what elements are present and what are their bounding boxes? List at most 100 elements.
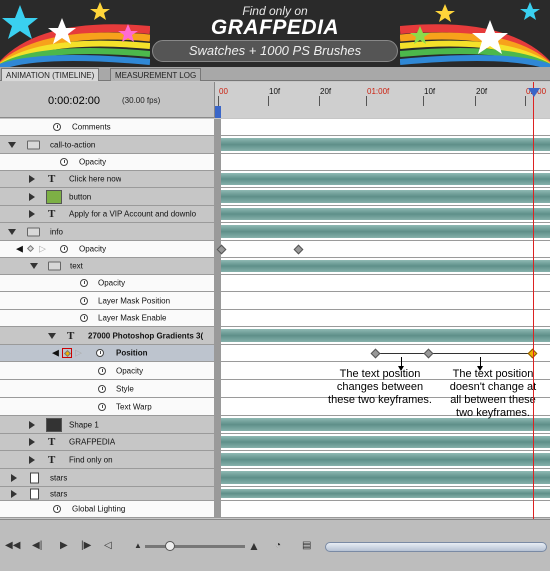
layer-duration-bar[interactable] (221, 471, 550, 484)
zoom-slider-track[interactable] (145, 545, 245, 548)
timeline-track[interactable] (221, 154, 550, 170)
trash-icon[interactable]: ▤ (302, 540, 311, 552)
layer-label: stars (50, 489, 68, 498)
timeline-track[interactable] (221, 501, 550, 517)
disclosure-collapsed-icon[interactable] (29, 210, 35, 218)
disclosure-collapsed-icon[interactable] (29, 455, 35, 464)
layer-row[interactable]: ◀ ▷ Opacity (0, 241, 550, 258)
zoom-slider-knob[interactable] (165, 541, 175, 551)
layer-row-header[interactable] (0, 362, 214, 379)
layer-duration-bar[interactable] (221, 329, 550, 342)
timeline-track[interactable] (221, 310, 550, 326)
layer-row[interactable]: call-to-action (0, 136, 550, 154)
current-time-indicator[interactable] (533, 82, 534, 519)
disclosure-expanded-icon[interactable] (8, 141, 16, 148)
layer-thumbnail (46, 417, 62, 432)
disclosure-collapsed-icon[interactable] (29, 192, 35, 201)
stopwatch-icon[interactable] (98, 384, 106, 393)
layer-row[interactable]: info (0, 223, 550, 241)
layer-row[interactable]: stars (0, 487, 550, 501)
timeline-track[interactable] (221, 275, 550, 291)
stopwatch-icon[interactable] (80, 314, 88, 322)
timeline-track[interactable] (221, 292, 550, 309)
timeline-scrollbar[interactable] (325, 542, 547, 552)
stopwatch-icon[interactable] (98, 402, 106, 411)
disclosure-collapsed-icon[interactable] (11, 489, 17, 498)
stopwatch-icon[interactable] (60, 245, 68, 253)
track-gutter (214, 275, 221, 291)
next-keyframe-icon[interactable]: ▷ (75, 348, 82, 359)
track-gutter (214, 434, 221, 450)
previous-keyframe-icon[interactable]: ◀ (16, 244, 23, 255)
zoom-in-icon[interactable]: ▲ (248, 540, 260, 552)
stopwatch-icon[interactable] (60, 158, 68, 166)
layer-row[interactable]: ◀ ▷ Position (0, 345, 550, 362)
track-gutter (214, 469, 221, 486)
add-keyframe-icon[interactable] (26, 244, 36, 254)
layer-row[interactable]: stars (0, 469, 550, 487)
layer-row-header[interactable] (0, 154, 214, 170)
tab-measurement-log[interactable]: MEASUREMENT LOG (110, 68, 202, 81)
layer-row[interactable]: Layer Mask Enable (0, 310, 550, 327)
layer-label: Find only on (69, 455, 113, 464)
tab-animation-timeline[interactable]: ANIMATION (TIMELINE) (1, 68, 100, 81)
layer-duration-bar[interactable] (221, 225, 550, 238)
timeline-controls: ◀◀ ◀| ▶ |▶ ◁ ▲ ▲ ◔ ▤ (0, 519, 550, 571)
layer-row[interactable]: T Click here now (0, 171, 550, 188)
layer-row[interactable]: Opacity (0, 154, 550, 171)
layer-list: Comments call-to-action Opacity T Click here… (0, 119, 550, 519)
add-keyframe-icon[interactable] (62, 348, 72, 358)
layer-duration-bar[interactable] (221, 208, 550, 220)
disclosure-expanded-icon[interactable] (48, 332, 56, 339)
disclosure-expanded-icon[interactable] (30, 263, 38, 269)
layer-row[interactable]: Comments (0, 119, 550, 136)
layer-row[interactable]: T 27000 Photoshop Gradients 3( (0, 327, 550, 345)
stopwatch-icon[interactable] (80, 296, 88, 305)
stopwatch-icon[interactable] (98, 366, 106, 375)
layer-row-header[interactable] (0, 380, 214, 397)
layer-row-header[interactable] (0, 398, 214, 415)
previous-frame-icon[interactable]: ◀| (32, 540, 42, 552)
disclosure-expanded-icon[interactable] (8, 228, 16, 235)
first-frame-icon[interactable]: ◀◀ (5, 540, 20, 552)
layer-row[interactable]: Global Lighting (0, 501, 550, 518)
timeline-track[interactable] (221, 119, 550, 135)
next-keyframe-icon[interactable]: ▷ (39, 244, 46, 255)
stopwatch-icon[interactable] (53, 505, 61, 513)
layer-duration-bar[interactable] (221, 489, 550, 498)
stopwatch-icon[interactable] (80, 279, 88, 287)
disclosure-collapsed-icon[interactable] (29, 175, 35, 183)
audio-icon[interactable]: ◁ (104, 540, 112, 552)
playhead-handle-icon[interactable] (528, 88, 540, 97)
work-area-start-handle[interactable] (215, 106, 221, 118)
layer-row-header[interactable] (0, 345, 214, 361)
convert-frame-icon[interactable]: ◔ (275, 540, 281, 552)
layer-duration-bar[interactable] (221, 436, 550, 448)
layer-row[interactable]: Opacity (0, 275, 550, 292)
layer-row[interactable]: text (0, 258, 550, 275)
layer-row[interactable]: T Apply for a VIP Account and downlo (0, 206, 550, 223)
layer-row[interactable]: T Find only on (0, 451, 550, 469)
play-icon[interactable]: ▶ (60, 540, 68, 552)
stopwatch-icon[interactable] (96, 349, 104, 357)
disclosure-collapsed-icon[interactable] (11, 473, 17, 482)
track-gutter (214, 416, 221, 433)
layer-row[interactable]: Layer Mask Position (0, 292, 550, 310)
layer-duration-bar[interactable] (221, 260, 550, 272)
layer-duration-bar[interactable] (221, 138, 550, 151)
layer-row[interactable]: T GRAFPEDIA (0, 434, 550, 451)
time-ruler[interactable]: 00 10f 20f 01:00f 10f 20f 02:00 (214, 82, 550, 118)
next-frame-icon[interactable]: |▶ (81, 540, 91, 552)
stopwatch-icon[interactable] (53, 123, 61, 131)
current-time-display[interactable]: 0:00:02:00 (48, 95, 100, 107)
layer-row[interactable]: button (0, 188, 550, 206)
disclosure-collapsed-icon[interactable] (29, 438, 35, 446)
layer-duration-bar[interactable] (221, 453, 550, 466)
previous-keyframe-icon[interactable]: ◀ (52, 348, 59, 359)
layer-duration-bar[interactable] (221, 173, 550, 185)
layer-duration-bar[interactable] (221, 190, 550, 203)
disclosure-collapsed-icon[interactable] (29, 420, 35, 429)
zoom-out-icon[interactable]: ▲ (134, 540, 142, 552)
timeline-track[interactable] (221, 241, 550, 257)
track-gutter (214, 362, 221, 379)
